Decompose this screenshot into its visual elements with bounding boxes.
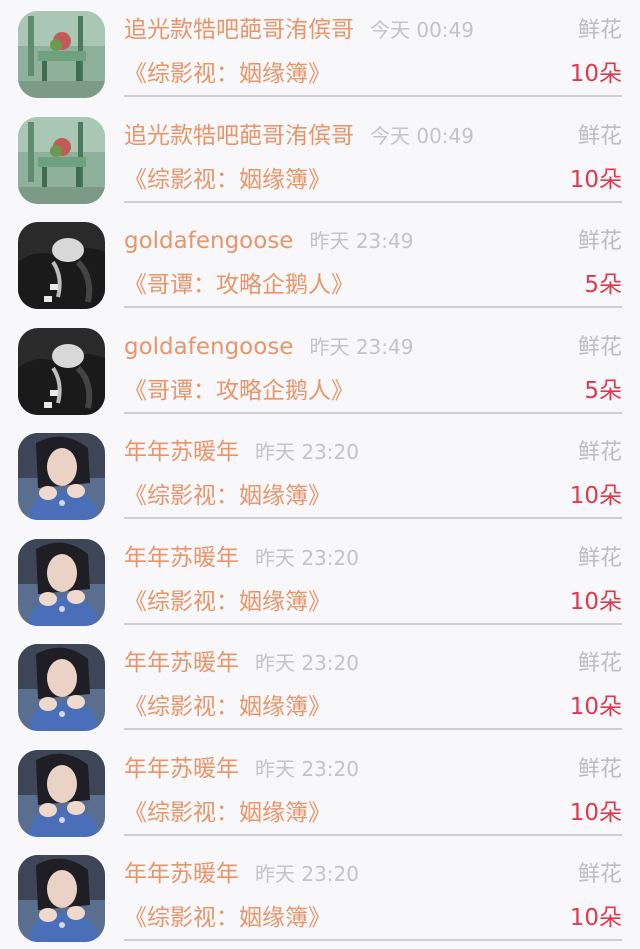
timestamp: 昨天 23:20 xyxy=(255,651,359,675)
gift-type: 鲜花 xyxy=(577,545,622,571)
gift-type: 鲜花 xyxy=(577,334,622,360)
woman-portrait-photo-icon xyxy=(18,538,105,626)
list-item[interactable]: goldafengoose 昨天 23:49 鲜花 《哥谭：攻略企鹅人》 5朵 xyxy=(0,317,640,423)
user-name[interactable]: 追光款牿吧葩哥洧傧哥 今天 00:49 xyxy=(124,120,474,152)
divider xyxy=(124,622,622,625)
user-name[interactable]: 年年苏暖年 昨天 23:20 xyxy=(124,858,359,890)
timestamp: 昨天 23:49 xyxy=(309,229,414,253)
timestamp: 昨天 23:20 xyxy=(255,862,359,886)
divider xyxy=(124,833,622,836)
user-name-text[interactable]: goldafengoose xyxy=(124,334,293,360)
avatar[interactable] xyxy=(18,749,105,837)
gift-count: 5朵 xyxy=(584,377,622,404)
gift-count: 10朵 xyxy=(569,483,622,509)
divider xyxy=(124,411,622,414)
woman-portrait-photo-icon xyxy=(18,749,105,837)
book-title[interactable]: 《综影视：姻缘簿》 xyxy=(124,58,331,90)
book-title[interactable]: 《哥谭：攻略企鹅人》 xyxy=(124,375,354,407)
book-title[interactable]: 《综影视：姻缘簿》 xyxy=(124,797,331,829)
gift-type: 鲜花 xyxy=(577,229,622,254)
user-name[interactable]: 年年苏暖年 昨天 23:20 xyxy=(124,436,359,468)
gift-count: 5朵 xyxy=(584,272,622,298)
gift-count: 10朵 xyxy=(569,61,622,87)
timestamp: 昨天 23:20 xyxy=(255,756,359,781)
user-name-text[interactable]: 年年苏暖年 xyxy=(124,650,239,676)
avatar[interactable] xyxy=(18,11,105,98)
gift-count: 10朵 xyxy=(569,166,622,193)
divider xyxy=(124,517,622,519)
gift-count: 10朵 xyxy=(569,905,622,931)
woman-portrait-photo-icon xyxy=(18,433,105,520)
book-title[interactable]: 《综影视：姻缘簿》 xyxy=(124,586,331,618)
dark-figure-photo-icon xyxy=(18,327,105,415)
divider xyxy=(124,728,622,730)
user-name[interactable]: 年年苏暖年 昨天 23:20 xyxy=(124,647,359,679)
book-title[interactable]: 《综影视：姻缘簿》 xyxy=(124,164,331,196)
user-name-text[interactable]: goldafengoose xyxy=(124,228,293,254)
gift-type: 鲜花 xyxy=(577,862,622,887)
avatar[interactable] xyxy=(18,855,105,942)
list-item[interactable]: 追光款牿吧葩哥洧傧哥 今天 00:49 鲜花 《综影视：姻缘簿》 10朵 xyxy=(0,0,640,106)
gift-type: 鲜花 xyxy=(577,18,622,43)
book-title[interactable]: 《综影视：姻缘簿》 xyxy=(124,902,331,934)
user-name[interactable]: goldafengoose 昨天 23:49 xyxy=(124,331,413,363)
user-name-text[interactable]: 追光款牿吧葩哥洧傧哥 xyxy=(124,17,354,43)
avatar[interactable] xyxy=(18,327,105,415)
avatar[interactable] xyxy=(18,644,105,731)
dark-figure-photo-icon xyxy=(18,222,105,309)
user-name-text[interactable]: 追光款牿吧葩哥洧傧哥 xyxy=(124,123,354,149)
timestamp: 今天 00:49 xyxy=(370,123,474,148)
list-item[interactable]: goldafengoose 昨天 23:49 鲜花 《哥谭：攻略企鹅人》 5朵 xyxy=(0,211,640,317)
divider xyxy=(124,95,622,97)
timestamp: 昨天 23:20 xyxy=(255,440,359,464)
avatar[interactable] xyxy=(18,222,105,309)
gift-type: 鲜花 xyxy=(577,440,622,465)
user-name-text[interactable]: 年年苏暖年 xyxy=(124,861,239,887)
user-name[interactable]: 年年苏暖年 昨天 23:20 xyxy=(124,542,359,574)
user-name-text[interactable]: 年年苏暖年 xyxy=(124,756,239,782)
list-item[interactable]: 年年苏暖年 昨天 23:20 鲜花 《综影视：姻缘簿》 10朵 xyxy=(0,633,640,739)
gift-count: 10朵 xyxy=(569,588,622,615)
gift-type: 鲜花 xyxy=(577,756,622,782)
garden-chair-photo-icon xyxy=(18,11,105,98)
gift-type: 鲜花 xyxy=(577,651,622,676)
user-name[interactable]: 追光款牿吧葩哥洧傧哥 今天 00:49 xyxy=(124,14,474,46)
divider xyxy=(124,200,622,203)
list-item[interactable]: 年年苏暖年 昨天 23:20 鲜花 《综影视：姻缘簿》 10朵 xyxy=(0,422,640,528)
list-item[interactable]: 年年苏暖年 昨天 23:20 鲜花 《综影视：姻缘簿》 10朵 xyxy=(0,844,640,949)
garden-chair-photo-icon xyxy=(18,116,105,204)
book-title[interactable]: 《哥谭：攻略企鹅人》 xyxy=(124,269,354,301)
timestamp: 昨天 23:49 xyxy=(309,334,414,359)
list-item[interactable]: 年年苏暖年 昨天 23:20 鲜花 《综影视：姻缘簿》 10朵 xyxy=(0,528,640,634)
book-title[interactable]: 《综影视：姻缘簿》 xyxy=(124,480,331,512)
divider xyxy=(124,939,622,941)
woman-portrait-photo-icon xyxy=(18,644,105,731)
timestamp: 昨天 23:20 xyxy=(255,545,359,570)
gift-type: 鲜花 xyxy=(577,123,622,149)
avatar[interactable] xyxy=(18,433,105,520)
user-name[interactable]: goldafengoose 昨天 23:49 xyxy=(124,225,413,257)
woman-portrait-photo-icon xyxy=(18,855,105,942)
gift-count: 10朵 xyxy=(569,694,622,720)
gift-record-list: 追光款牿吧葩哥洧傧哥 今天 00:49 鲜花 《综影视：姻缘簿》 10朵 追光款牿… xyxy=(0,0,640,949)
user-name-text[interactable]: 年年苏暖年 xyxy=(124,439,239,465)
user-name[interactable]: 年年苏暖年 昨天 23:20 xyxy=(124,753,359,785)
list-item[interactable]: 追光款牿吧葩哥洧傧哥 今天 00:49 鲜花 《综影视：姻缘簿》 10朵 xyxy=(0,106,640,212)
list-item[interactable]: 年年苏暖年 昨天 23:20 鲜花 《综影视：姻缘簿》 10朵 xyxy=(0,739,640,845)
user-name-text[interactable]: 年年苏暖年 xyxy=(124,545,239,571)
timestamp: 今天 00:49 xyxy=(370,18,474,42)
gift-count: 10朵 xyxy=(569,799,622,826)
avatar[interactable] xyxy=(18,538,105,626)
divider xyxy=(124,306,622,308)
avatar[interactable] xyxy=(18,116,105,204)
book-title[interactable]: 《综影视：姻缘簿》 xyxy=(124,691,331,723)
